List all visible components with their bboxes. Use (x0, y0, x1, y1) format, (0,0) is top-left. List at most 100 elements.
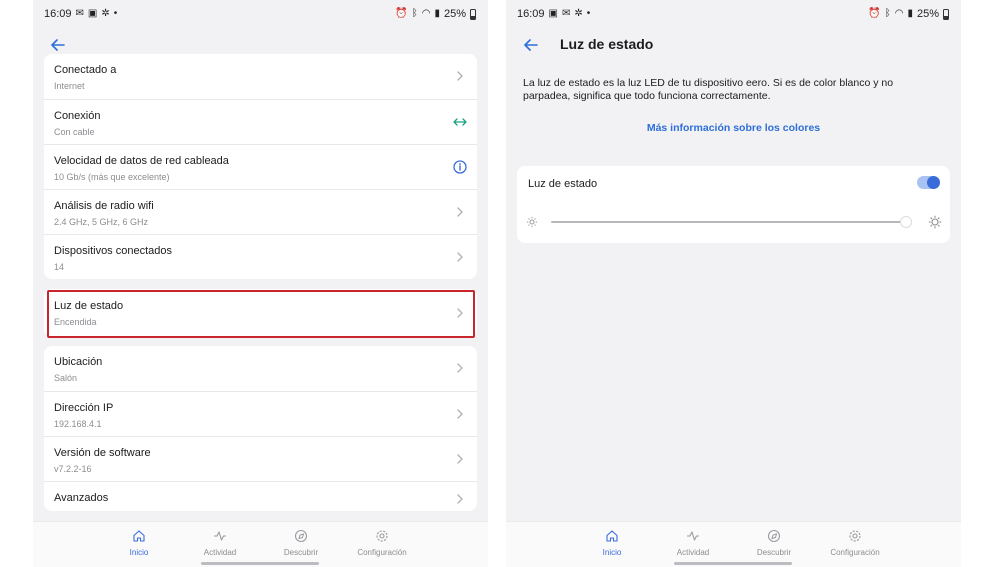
tab-label: Actividad (676, 548, 710, 557)
brightness-slider (525, 214, 942, 230)
gear-icon (815, 528, 895, 544)
status-time: 16:09 (517, 8, 545, 20)
back-arrow-icon[interactable] (520, 34, 542, 56)
tab-label: Inicio (602, 548, 622, 557)
row-label: Análisis de radio wifi (54, 200, 154, 212)
alarm-icon: ⏰ (395, 8, 408, 19)
chevron-right-icon (453, 69, 467, 83)
brightness-high-icon (928, 215, 942, 229)
row-value: 192.168.4.1 (54, 419, 102, 429)
chevron-right-icon (453, 205, 467, 219)
bluetooth-icon: ᛒ (411, 8, 418, 19)
status-bar: 16:09 ✉ ▣ ✲ • ⏰ ᛒ ◠ ▮ 25% (33, 0, 488, 28)
wifi-icon: ◠ (894, 8, 904, 19)
row-label: Conexión (54, 110, 101, 122)
fan-icon: ✲ (101, 8, 110, 19)
gallery-icon: ▣ (548, 8, 558, 19)
settings-row-direccion-ip[interactable]: Dirección IP 192.168.4.1 (44, 391, 477, 436)
notification-dot-icon: • (113, 8, 118, 19)
row-value: Con cable (54, 127, 95, 137)
status-light-card: Luz de estado Encendida (44, 289, 477, 337)
settings-row-ubicacion[interactable]: Ubicación Salón (44, 346, 477, 391)
brightness-low-icon (525, 215, 539, 229)
color-info-link[interactable]: Más información sobre los colores (506, 122, 961, 134)
alarm-icon: ⏰ (868, 8, 881, 19)
settings-row-velocidad-de-datos-de-red-cableada[interactable]: Velocidad de datos de red cableada 10 Gb/… (44, 144, 477, 189)
activity-icon (653, 528, 733, 544)
gmail-icon: ✉ (561, 8, 571, 19)
chevron-right-icon (453, 306, 467, 320)
signal-icon: ▮ (907, 8, 913, 19)
settings-row-conexion[interactable]: Conexión Con cable (44, 99, 477, 144)
home-indicator[interactable] (201, 562, 319, 565)
brightness-track[interactable] (551, 217, 911, 227)
tab-label: Configuración (357, 548, 407, 557)
tab-actividad[interactable]: Actividad (180, 528, 260, 557)
notification-dot-icon: • (586, 8, 591, 19)
discover-icon (261, 528, 341, 544)
row-label: Dispositivos conectados (54, 245, 173, 257)
home-indicator[interactable] (674, 562, 792, 565)
home-icon (99, 528, 179, 544)
row-value: 2.4 GHz, 5 GHz, 6 GHz (54, 217, 149, 227)
row-value: Internet (54, 81, 85, 91)
device-info-card: Ubicación Salón Dirección IP 192.168.4.1 Ver… (44, 346, 477, 511)
tab-label: Descubrir (283, 548, 319, 557)
settings-row-dispositivos-conectados[interactable]: Dispositivos conectados 14 (44, 234, 477, 279)
settings-row-luz-de-estado[interactable]: Luz de estado Encendida (44, 289, 477, 337)
chevron-right-icon (453, 361, 467, 375)
gallery-icon: ▣ (87, 8, 98, 19)
link-arrows-icon (453, 115, 467, 129)
chevron-right-icon (453, 492, 467, 506)
back-arrow-icon[interactable] (47, 34, 69, 56)
row-value: Encendida (54, 317, 97, 327)
chevron-right-icon (453, 407, 467, 421)
settings-row-analisis-de-radio-wifi[interactable]: Análisis de radio wifi 2.4 GHz, 5 GHz, 6 … (44, 189, 477, 234)
battery-icon (470, 8, 476, 20)
bottom-tab-bar: Inicio Actividad Descubrir Configuración (506, 521, 961, 567)
tab-label: Descubrir (756, 548, 792, 557)
row-label: Velocidad de datos de red cableada (54, 155, 229, 167)
status-light-toggle[interactable] (917, 176, 940, 189)
tab-descubrir[interactable]: Descubrir (734, 528, 814, 557)
tab-label: Actividad (203, 548, 237, 557)
settings-row-version-de-software[interactable]: Versión de software v7.2.2-16 (44, 436, 477, 481)
page-title: Luz de estado (560, 36, 654, 52)
tab-inicio[interactable]: Inicio (572, 528, 652, 557)
row-label: Dirección IP (54, 402, 114, 414)
status-light-toggle-label: Luz de estado (528, 178, 598, 190)
row-value: v7.2.2-16 (54, 464, 92, 474)
battery-icon (943, 8, 949, 20)
tab-descubrir[interactable]: Descubrir (261, 528, 341, 557)
settings-row-avanzados[interactable]: Avanzados (44, 481, 477, 511)
device-details-card: Conectado a Internet Conexión Con cable Velo… (44, 54, 477, 279)
gmail-icon: ✉ (75, 8, 84, 19)
bottom-tab-bar: Inicio Actividad Descubrir Configuración (33, 521, 488, 567)
brightness-thumb[interactable] (901, 217, 911, 227)
row-value: Salón (54, 373, 78, 383)
tab-actividad[interactable]: Actividad (653, 528, 733, 557)
row-label: Avanzados (54, 492, 109, 504)
toggle-knob (927, 176, 940, 189)
tab-configuracion[interactable]: Configuración (815, 528, 895, 557)
row-label: Luz de estado (54, 300, 124, 312)
status-light-description: La luz de estado es la luz LED de tu dis… (523, 77, 894, 102)
signal-icon: ▮ (434, 8, 440, 19)
status-light-screen: 16:09 ▣ ✉ ✲ • ⏰ ᛒ ◠ ▮ 25% Luz de estado … (506, 0, 961, 567)
gear-icon (342, 528, 422, 544)
wifi-icon: ◠ (421, 8, 431, 19)
tab-configuracion[interactable]: Configuración (342, 528, 422, 557)
home-icon (572, 528, 652, 544)
bluetooth-icon: ᛒ (884, 8, 891, 19)
tab-inicio[interactable]: Inicio (99, 528, 179, 557)
tab-label: Configuración (830, 548, 880, 557)
info-icon[interactable] (453, 160, 467, 174)
tab-label: Inicio (129, 548, 149, 557)
discover-icon (734, 528, 814, 544)
row-label: Versión de software (54, 447, 151, 459)
row-value: 10 Gb/s (más que excelente) (54, 172, 170, 182)
fan-icon: ✲ (574, 8, 583, 19)
battery-percent: 25% (443, 8, 466, 20)
row-label: Ubicación (54, 356, 103, 368)
settings-row-conectado-a[interactable]: Conectado a Internet (44, 54, 477, 99)
